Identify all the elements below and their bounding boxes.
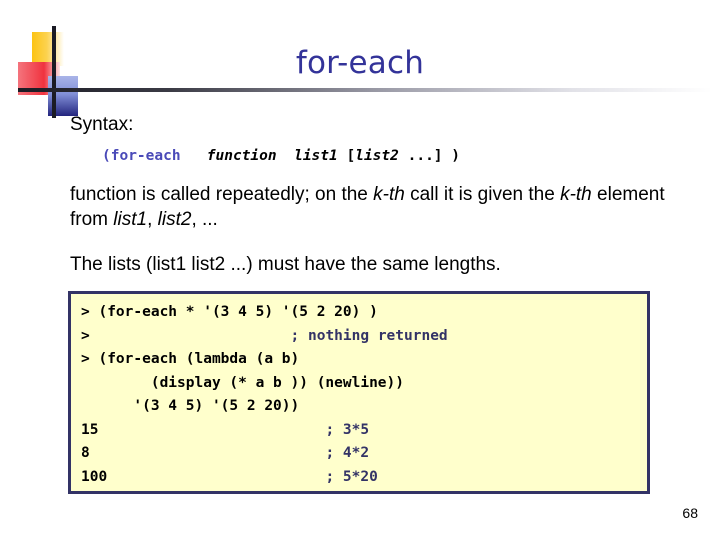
syntax-keyword: (for-each (102, 148, 181, 164)
code-line: 15 ; 3*5 (81, 419, 647, 443)
para1-em-2: k-th (560, 184, 592, 205)
code-text: > (for-each (lambda (a b) (81, 351, 300, 367)
code-text: > (81, 327, 90, 344)
description-paragraph-1: function is called repeatedly; on the k-… (70, 182, 666, 232)
code-comment: ; 5*20 (325, 468, 378, 485)
code-text: > (for-each * '(3 4 5) '(5 2 20) ) (81, 304, 378, 320)
syntax-label: Syntax: (70, 114, 134, 135)
code-pad (107, 469, 325, 485)
code-pad (90, 445, 326, 461)
code-line: > ; nothing returned (81, 325, 647, 349)
code-line: > (for-each * '(3 4 5) '(5 2 20) ) (81, 301, 647, 325)
code-text: (display (* a b )) (newline)) (81, 374, 405, 391)
code-pad (98, 422, 325, 438)
syntax-signature: (for-each function list1 [list2 ...] ) (102, 146, 666, 166)
code-line: '(3 4 5) '(5 2 20)) (81, 395, 647, 419)
code-comment: ; 3*5 (325, 421, 370, 438)
page-number: 68 (682, 505, 698, 521)
slide-body: Syntax: (for-each function list1 [list2 … (70, 112, 666, 277)
syntax-arg-function: function (206, 148, 277, 164)
syntax-tail: ...] ) (398, 148, 460, 164)
para1-em-1: k-th (373, 184, 405, 205)
description-paragraph-2: The lists (list1 list2 ...) must have th… (70, 254, 501, 275)
code-line: 8 ; 4*2 (81, 442, 647, 466)
para1-em-3: list1 (113, 209, 148, 230)
syntax-gap-2 (277, 148, 294, 164)
syntax-gap-1 (181, 148, 207, 164)
code-comment: ; 4*2 (325, 445, 370, 461)
syntax-arg-list1: list1 (294, 148, 338, 164)
page-title: for-each (295, 45, 425, 81)
title-divider (18, 88, 712, 92)
para1-em-4: list2 (157, 209, 192, 230)
para1-part-1: function is called repeatedly; on the (70, 184, 374, 205)
code-text: 15 (81, 421, 99, 438)
code-example-box: > (for-each * '(3 4 5) '(5 2 20) ) > ; n… (68, 291, 650, 494)
code-line: > (for-each (lambda (a b) (81, 348, 647, 372)
para1-part-2: call it is given the (404, 184, 561, 205)
syntax-arg-list2: list2 (355, 148, 399, 164)
code-text: 100 (81, 468, 108, 485)
code-comment: ; nothing returned (290, 327, 448, 344)
para1-part-4: , (147, 209, 158, 230)
code-line: (display (* a b )) (newline)) (81, 372, 647, 396)
syntax-bracket-open: [ (337, 148, 356, 164)
code-line: 100 ; 5*20 (81, 466, 647, 490)
code-pad (90, 328, 291, 344)
code-text: 8 (81, 445, 90, 461)
para1-part-5: , ... (191, 209, 218, 230)
code-text: '(3 4 5) '(5 2 20)) (81, 398, 300, 414)
